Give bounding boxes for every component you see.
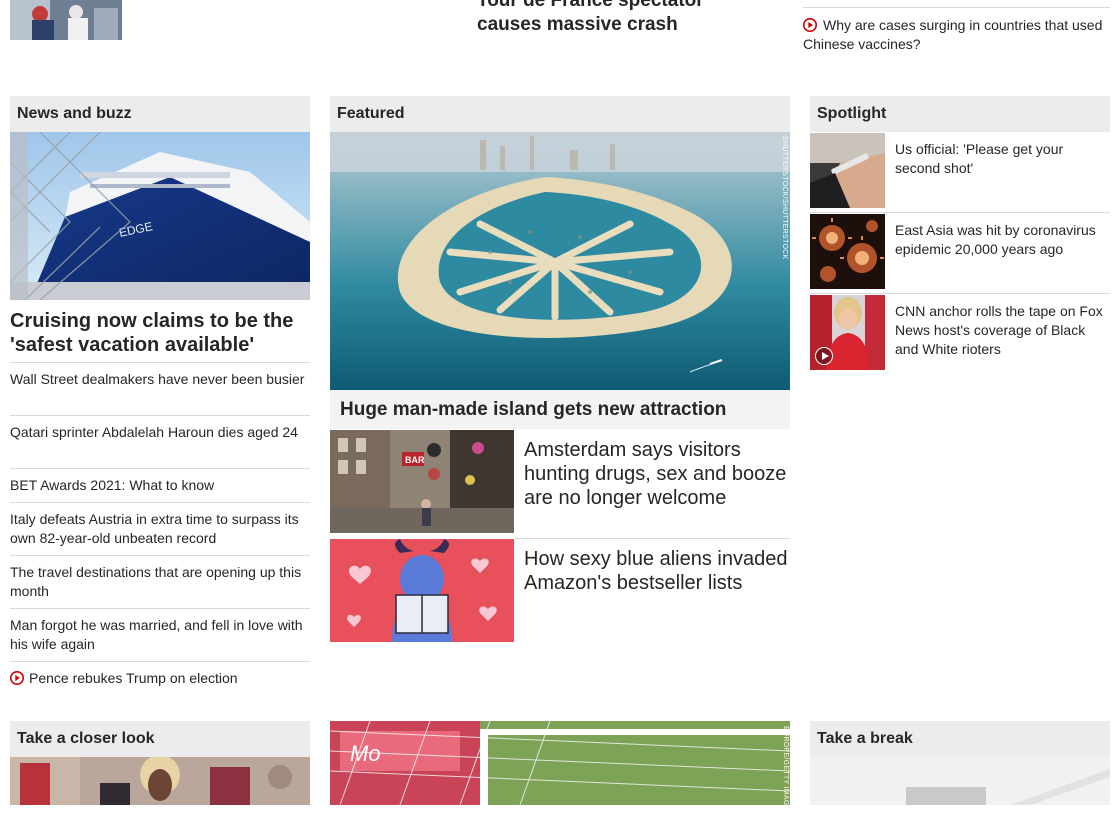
- news-list-item-text: The travel destinations that are opening…: [10, 564, 302, 599]
- vaccine-shot-thumbnail[interactable]: [810, 133, 885, 208]
- news-list-item-text: Wall Street dealmakers have never been b…: [10, 371, 305, 387]
- coronavirus-thumbnail[interactable]: [810, 214, 885, 289]
- news-list-item-text: BET Awards 2021: What to know: [10, 477, 215, 493]
- top-headline-line2: causes massive crash: [477, 14, 678, 35]
- news-list-item-text: Qatari sprinter Abdalelah Haroun dies ag…: [10, 424, 298, 440]
- featured-header: Featured: [330, 96, 790, 132]
- spotlight-divider: [810, 293, 1110, 294]
- svg-text:Mo: Mo: [350, 741, 381, 766]
- news-list-item-text: Pence rebukes Trump on election: [29, 670, 238, 686]
- spotlight-header: Spotlight: [810, 96, 1110, 132]
- top-left-thumbnail[interactable]: [10, 0, 122, 40]
- spotlight-item-text[interactable]: East Asia was hit by coronavirus epidemi…: [895, 221, 1110, 259]
- spotlight-item-text[interactable]: CNN anchor rolls the tape on Fox News ho…: [895, 302, 1105, 359]
- news-list-item[interactable]: BET Awards 2021: What to know: [10, 468, 310, 502]
- spotlight-divider: [810, 212, 1110, 213]
- cruise-ship-image[interactable]: EDGE: [10, 132, 310, 300]
- svg-text:BAR: BAR: [405, 455, 425, 465]
- play-icon: [803, 18, 817, 32]
- news-list-item-text: Man forgot he was married, and fell in l…: [10, 617, 303, 652]
- closer-look-image[interactable]: [10, 757, 310, 805]
- top-video-link-text: Why are cases surging in countries that …: [803, 17, 1103, 52]
- take-a-break-image[interactable]: [810, 757, 1110, 805]
- take-a-closer-look-header: Take a closer look: [10, 721, 310, 757]
- amsterdam-street-image[interactable]: BAR: [330, 430, 514, 533]
- news-list-item-text: Italy defeats Austria in extra time to s…: [10, 511, 299, 546]
- featured-story-headline[interactable]: How sexy blue aliens invaded Amazon's be…: [524, 547, 790, 595]
- palm-island-image[interactable]: [330, 132, 790, 390]
- news-list-item[interactable]: Man forgot he was married, and fell in l…: [10, 608, 310, 661]
- top-right-divider: [803, 7, 1110, 8]
- top-headline[interactable]: Tour de France spectator causes massive …: [477, 0, 777, 37]
- blue-alien-book-image[interactable]: [330, 539, 514, 642]
- featured-divider: [514, 538, 790, 539]
- video-play-badge-icon: [815, 347, 833, 365]
- top-headline-line1: Tour de France spectator: [477, 0, 704, 11]
- cnn-anchor-thumbnail[interactable]: [810, 295, 885, 370]
- news-list-item[interactable]: Italy defeats Austria in extra time to s…: [10, 502, 310, 555]
- news-list-item[interactable]: Qatari sprinter Abdalelah Haroun dies ag…: [10, 415, 310, 468]
- spotlight-item-text[interactable]: Us official: 'Please get your second sho…: [895, 140, 1105, 178]
- news-list-item-video[interactable]: Pence rebukes Trump on election: [10, 661, 310, 691]
- top-video-link[interactable]: Why are cases surging in countries that …: [803, 16, 1103, 54]
- bottom-image-credit: EUROPE/GETTY IMAGES: [782, 726, 789, 816]
- play-icon: [10, 671, 24, 685]
- take-a-break-header: Take a break: [810, 721, 1110, 757]
- featured-lead-caption[interactable]: Huge man-made island gets new attraction: [330, 390, 790, 429]
- news-list-item[interactable]: Wall Street dealmakers have never been b…: [10, 362, 310, 415]
- soccer-goal-image[interactable]: Mo: [330, 721, 790, 805]
- news-list-item[interactable]: The travel destinations that are opening…: [10, 555, 310, 608]
- news-and-buzz-header: News and buzz: [10, 96, 310, 132]
- featured-story-headline[interactable]: Amsterdam says visitors hunting drugs, s…: [524, 438, 790, 510]
- featured-image-credit: SHUTTERSTOCK/SHUTTERSTOCK: [781, 136, 788, 260]
- news-lead-headline[interactable]: Cruising now claims to be the 'safest va…: [10, 309, 310, 357]
